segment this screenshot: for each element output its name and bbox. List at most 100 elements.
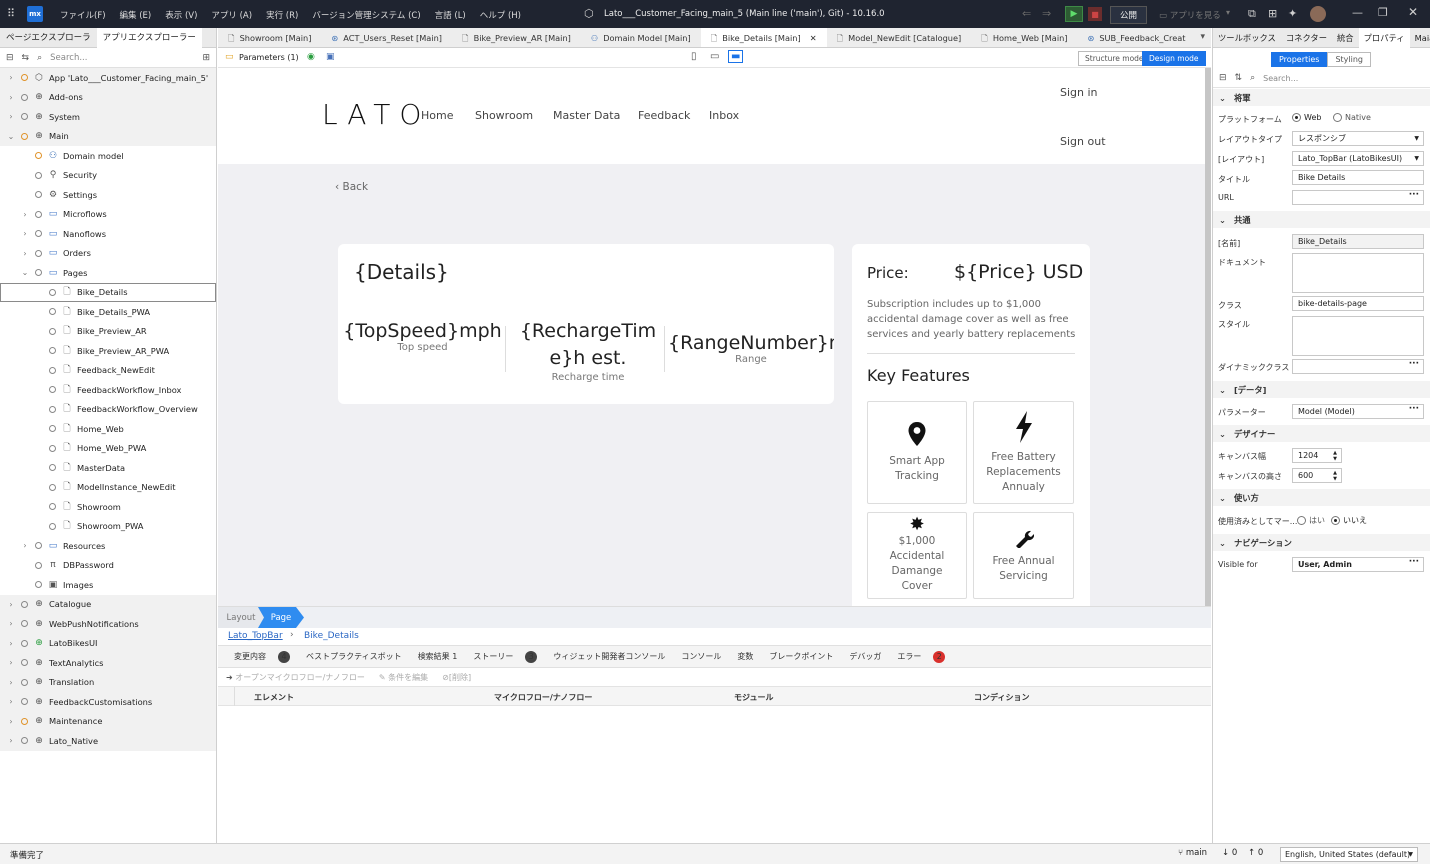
tree-item[interactable]: 🗋 Showroom bbox=[0, 497, 216, 517]
nav-inbox[interactable]: Inbox bbox=[709, 109, 739, 122]
menu-language[interactable]: 言語 (L) bbox=[435, 11, 466, 21]
tree-item[interactable]: ⌄ ▭ Pages bbox=[0, 263, 216, 283]
tree-item[interactable]: › ▭ Nanoflows bbox=[0, 224, 216, 244]
url-input[interactable]: ··· bbox=[1292, 190, 1424, 205]
tree-item[interactable]: › ⬡ App 'Lato___Customer_Facing_main_5' bbox=[0, 68, 216, 88]
collapse-all-icon[interactable]: ⊟ bbox=[6, 53, 14, 63]
canvas-scrollbar[interactable] bbox=[1205, 68, 1211, 606]
phone-view-icon[interactable]: ▯ bbox=[691, 51, 697, 62]
tree-item[interactable]: › ⊕ Catalogue bbox=[0, 594, 216, 614]
dynamic-class-input[interactable]: ··· bbox=[1292, 359, 1424, 374]
pull-count[interactable]: ↓ 0 bbox=[1222, 848, 1237, 858]
sign-out-link[interactable]: Sign out bbox=[1060, 135, 1106, 148]
structure-mode-button[interactable]: Structure mode bbox=[1078, 51, 1151, 66]
doc-tab[interactable]: 🗋 Bike_Preview_AR [Main] bbox=[452, 28, 581, 47]
chevron-right-icon[interactable]: › bbox=[6, 600, 16, 609]
chevron-right-icon[interactable]: › bbox=[6, 658, 16, 667]
tree-item[interactable]: 🗋 FeedbackWorkflow_Inbox bbox=[0, 380, 216, 400]
tree-item[interactable]: › ⊕ Translation bbox=[0, 672, 216, 692]
chevron-right-icon[interactable]: › bbox=[6, 73, 16, 82]
section-common[interactable]: ⌄ 共通 bbox=[1213, 211, 1430, 228]
canvas-width-input[interactable]: 1204 ▲ ▼ bbox=[1292, 448, 1342, 463]
ellipsis-icon[interactable]: ··· bbox=[1409, 190, 1419, 200]
tree-item[interactable]: › ⊕ TextAnalytics bbox=[0, 653, 216, 673]
doc-tab[interactable]: ⚇ Domain Model [Main] bbox=[581, 28, 701, 47]
chevron-right-icon[interactable]: › bbox=[6, 112, 16, 121]
tree-item[interactable]: › ▭ Microflows bbox=[0, 205, 216, 225]
bottom-tab[interactable]: ブレークポイント bbox=[761, 651, 833, 662]
ellipsis-icon[interactable]: ··· bbox=[1409, 359, 1419, 369]
tree-item[interactable]: 🗋 Showroom_PWA bbox=[0, 517, 216, 537]
nav-feedback[interactable]: Feedback bbox=[638, 109, 690, 122]
menu-view[interactable]: 表示 (V) bbox=[165, 11, 197, 21]
section-general[interactable]: ⌄ 将軍 bbox=[1213, 89, 1430, 106]
language-select[interactable]: English, United States (default) ▼ bbox=[1280, 847, 1418, 862]
tree-item[interactable]: 🗋 FeedbackWorkflow_Overview bbox=[0, 400, 216, 420]
tree-item[interactable]: π DBPassword bbox=[0, 556, 216, 576]
tree-item[interactable]: 🗋 Feedback_NewEdit bbox=[0, 361, 216, 381]
settings-sparkle-icon[interactable]: ✦ bbox=[1288, 7, 1297, 20]
bottom-tab[interactable]: ベストプラクティスボット bbox=[298, 651, 402, 662]
app-launcher-icon[interactable]: ⠿ bbox=[7, 7, 15, 20]
close-tab-icon[interactable]: ✕ bbox=[810, 28, 817, 47]
chevron-right-icon[interactable]: › bbox=[20, 249, 30, 258]
tree-item[interactable]: ⌄ ⊕ Main bbox=[0, 126, 216, 146]
menu-help[interactable]: ヘルプ (H) bbox=[480, 11, 521, 21]
parameter-input[interactable]: Model (Model) ··· bbox=[1292, 404, 1424, 419]
git-branch-button[interactable]: ⑂ main bbox=[1178, 848, 1207, 858]
tab-properties[interactable]: プロパティ bbox=[1358, 27, 1410, 48]
section-data[interactable]: ⌄ [データ] bbox=[1213, 381, 1430, 398]
tree-item[interactable]: 🗋 Home_Web bbox=[0, 419, 216, 439]
window-layout-icon[interactable]: ⧉ bbox=[1248, 7, 1256, 21]
page-link[interactable]: Bike_Details bbox=[304, 631, 359, 641]
link-editor-icon[interactable]: ⇆ bbox=[22, 53, 30, 63]
page-design-canvas[interactable]: LATO Home Showroom Master Data Feedback … bbox=[218, 68, 1205, 606]
chevron-right-icon[interactable]: › bbox=[6, 639, 16, 648]
section-navigation[interactable]: ⌄ ナビゲーション bbox=[1213, 534, 1430, 551]
scrollbar-thumb[interactable] bbox=[1205, 68, 1211, 606]
data-view-icon[interactable]: ▣ bbox=[326, 52, 335, 62]
chevron-right-icon[interactable]: › bbox=[6, 717, 16, 726]
chevron-down-icon[interactable]: ⌄ bbox=[20, 268, 30, 277]
chevron-right-icon[interactable]: › bbox=[20, 229, 30, 238]
tree-item[interactable]: 🗋 Home_Web_PWA bbox=[0, 439, 216, 459]
menu-app[interactable]: アプリ (A) bbox=[211, 11, 252, 21]
desktop-view-icon[interactable]: ▬ bbox=[728, 50, 744, 63]
tree-item[interactable]: ▣ Images bbox=[0, 575, 216, 595]
canvas-height-input[interactable]: 600 ▲ ▼ bbox=[1292, 468, 1342, 483]
run-button[interactable]: ▶ bbox=[1065, 6, 1083, 22]
tree-item[interactable]: › ▭ Orders bbox=[0, 244, 216, 264]
layout-link[interactable]: Lato_TopBar bbox=[228, 631, 283, 641]
doc-tab[interactable]: 🗋 Model_NewEdit [Catalogue] bbox=[827, 28, 972, 47]
edit-condition-button[interactable]: ✎ 条件を編集 bbox=[379, 672, 428, 683]
tree-item[interactable]: › ⊕ FeedbackCustomisations bbox=[0, 692, 216, 712]
visible-for-input[interactable]: User, Admin ··· bbox=[1292, 557, 1424, 572]
col-condition[interactable]: コンディション bbox=[974, 692, 1029, 703]
properties-search-input[interactable]: Search... bbox=[1263, 74, 1298, 83]
filter-icon[interactable]: ⊞ bbox=[202, 53, 210, 63]
spinner-icon[interactable]: ▲ ▼ bbox=[1333, 450, 1337, 462]
documentation-input[interactable] bbox=[1292, 253, 1424, 293]
categorize-icon[interactable]: ⊟ bbox=[1219, 73, 1227, 83]
chevron-right-icon[interactable]: › bbox=[6, 619, 16, 628]
tree-item[interactable]: ⚙ Settings bbox=[0, 185, 216, 205]
design-mode-button[interactable]: Design mode bbox=[1142, 51, 1206, 66]
doc-tab[interactable]: 🗋 Home_Web [Main] bbox=[971, 28, 1077, 47]
tree-item[interactable]: › ⊕ Lato_Native bbox=[0, 731, 216, 751]
doc-tab[interactable]: 🗋 Showroom [Main] bbox=[218, 28, 321, 47]
view-app-button[interactable]: ▭ アプリを見る bbox=[1159, 9, 1221, 21]
crumb-page[interactable]: Page bbox=[264, 607, 298, 628]
style-input[interactable] bbox=[1292, 316, 1424, 356]
chevron-right-icon[interactable]: › bbox=[6, 697, 16, 706]
section-usage[interactable]: ⌄ 使い方 bbox=[1213, 489, 1430, 506]
bottom-tab[interactable]: 検索結果 1 bbox=[410, 651, 458, 662]
tree-item[interactable]: › ⊕ LatoBikesUI bbox=[0, 633, 216, 653]
tree-item[interactable]: › ⊕ Add-ons bbox=[0, 87, 216, 107]
chevron-down-icon[interactable]: ⌄ bbox=[6, 132, 16, 141]
chevron-right-icon[interactable]: › bbox=[20, 210, 30, 219]
chevron-right-icon[interactable]: › bbox=[6, 93, 16, 102]
tree-item[interactable]: 🗋 Bike_Preview_AR bbox=[0, 322, 216, 342]
used-no-radio[interactable]: いいえ bbox=[1331, 515, 1367, 526]
doc-tab[interactable]: 🗋 Bike_Details [Main] ✕ bbox=[700, 28, 827, 47]
view-app-dropdown-icon[interactable]: ▾ bbox=[1226, 8, 1230, 17]
